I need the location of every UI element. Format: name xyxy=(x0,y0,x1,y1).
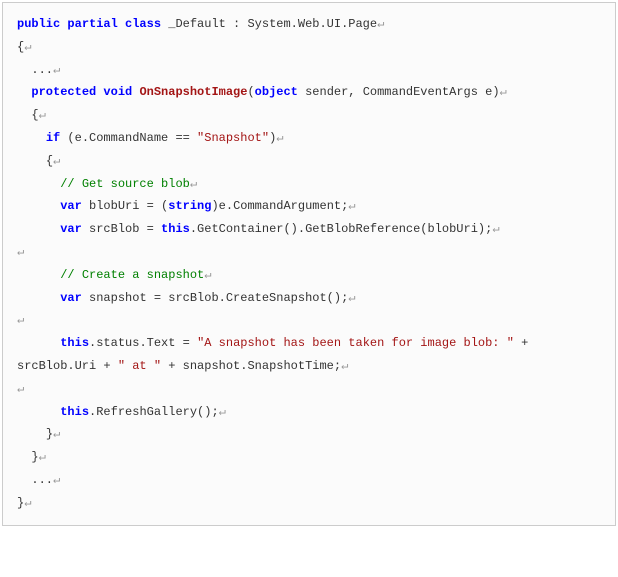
code-token: var xyxy=(60,291,82,305)
code-token xyxy=(17,291,60,305)
code-token xyxy=(17,405,60,419)
code-line: ↵ xyxy=(17,378,605,401)
code-token: ↵ xyxy=(24,40,31,54)
code-line: if (e.CommandName == "Snapshot")↵ xyxy=(17,127,605,150)
code-token: object xyxy=(255,85,298,99)
code-token: .GetContainer().GetBlobReference(blobUri… xyxy=(190,222,492,236)
code-token: { xyxy=(17,154,53,168)
code-line: ↵ xyxy=(17,309,605,332)
code-token: if xyxy=(46,131,60,145)
code-token: .status.Text = xyxy=(89,336,197,350)
code-line: ...↵ xyxy=(17,469,605,492)
code-line: public partial class _Default : System.W… xyxy=(17,13,605,36)
code-token: protected xyxy=(31,85,103,99)
code-token: ... xyxy=(17,63,53,77)
code-line: ↵ xyxy=(17,241,605,264)
code-token: .RefreshGallery(); xyxy=(89,405,219,419)
code-token: ↵ xyxy=(17,382,24,396)
code-token: blobUri = ( xyxy=(82,199,168,213)
code-token: ↵ xyxy=(17,245,24,259)
code-token: ↵ xyxy=(348,199,355,213)
code-token: _Default xyxy=(168,17,226,31)
code-line: {↵ xyxy=(17,104,605,127)
code-token: } xyxy=(17,427,53,441)
code-token: ↵ xyxy=(341,359,348,373)
code-token: "Snapshot" xyxy=(197,131,269,145)
code-token xyxy=(17,268,60,282)
code-block: public partial class _Default : System.W… xyxy=(2,2,616,526)
code-token xyxy=(17,85,31,99)
code-token: ↵ xyxy=(39,108,46,122)
code-token: srcBlob = xyxy=(82,222,161,236)
code-token: ↵ xyxy=(53,63,60,77)
code-line: ...↵ xyxy=(17,59,605,82)
code-token xyxy=(17,131,46,145)
code-line: var blobUri = (string)e.CommandArgument;… xyxy=(17,195,605,218)
code-token: this xyxy=(60,336,89,350)
code-line: // Get source blob↵ xyxy=(17,173,605,196)
code-token: { xyxy=(17,108,39,122)
code-line: }↵ xyxy=(17,423,605,446)
code-token: void xyxy=(103,85,139,99)
code-line: }↵ xyxy=(17,492,605,515)
code-token: ↵ xyxy=(276,131,283,145)
code-token: " at " xyxy=(118,359,161,373)
code-token: ↵ xyxy=(219,405,226,419)
code-token: ↵ xyxy=(53,427,60,441)
code-token: snapshot = srcBlob.CreateSnapshot(); xyxy=(82,291,348,305)
code-token: ↵ xyxy=(377,17,384,31)
code-token: ↵ xyxy=(500,85,507,99)
code-line: {↵ xyxy=(17,36,605,59)
code-token: ↵ xyxy=(53,154,60,168)
code-token: partial xyxy=(67,17,125,31)
code-token: var xyxy=(60,222,82,236)
code-line: var snapshot = srcBlob.CreateSnapshot();… xyxy=(17,287,605,310)
code-line: protected void OnSnapshotImage(object se… xyxy=(17,81,605,104)
code-token: : System.Web.UI.Page xyxy=(226,17,377,31)
code-token: (e.CommandName == xyxy=(60,131,197,145)
code-token: this xyxy=(161,222,190,236)
code-token: ↵ xyxy=(492,222,499,236)
code-token: ↵ xyxy=(53,473,60,487)
code-line: {↵ xyxy=(17,150,605,173)
code-line: this.status.Text = "A snapshot has been … xyxy=(17,332,605,378)
code-token: ↵ xyxy=(348,291,355,305)
code-token: OnSnapshotImage xyxy=(139,85,247,99)
code-token xyxy=(17,177,60,191)
code-line: }↵ xyxy=(17,446,605,469)
code-token: string xyxy=(168,199,211,213)
code-token: )e.CommandArgument; xyxy=(211,199,348,213)
code-token: ↵ xyxy=(17,313,24,327)
code-token: // Create a snapshot xyxy=(60,268,204,282)
code-token: ... xyxy=(17,473,53,487)
code-token xyxy=(17,222,60,236)
code-token: + snapshot.SnapshotTime; xyxy=(161,359,341,373)
code-line: var srcBlob = this.GetContainer().GetBlo… xyxy=(17,218,605,241)
code-token: sender, CommandEventArgs e) xyxy=(298,85,500,99)
code-token: ↵ xyxy=(204,268,211,282)
code-token xyxy=(17,336,60,350)
code-line: this.RefreshGallery();↵ xyxy=(17,401,605,424)
code-token: ( xyxy=(247,85,254,99)
code-token: var xyxy=(60,199,82,213)
code-token: ↵ xyxy=(24,496,31,510)
code-token: ↵ xyxy=(190,177,197,191)
code-token xyxy=(17,199,60,213)
code-line: // Create a snapshot↵ xyxy=(17,264,605,287)
code-token: } xyxy=(17,450,39,464)
code-token: public xyxy=(17,17,67,31)
code-token: // Get source blob xyxy=(60,177,190,191)
code-token: class xyxy=(125,17,168,31)
code-token: ↵ xyxy=(39,450,46,464)
code-token: this xyxy=(60,405,89,419)
code-token: "A snapshot has been taken for image blo… xyxy=(197,336,514,350)
